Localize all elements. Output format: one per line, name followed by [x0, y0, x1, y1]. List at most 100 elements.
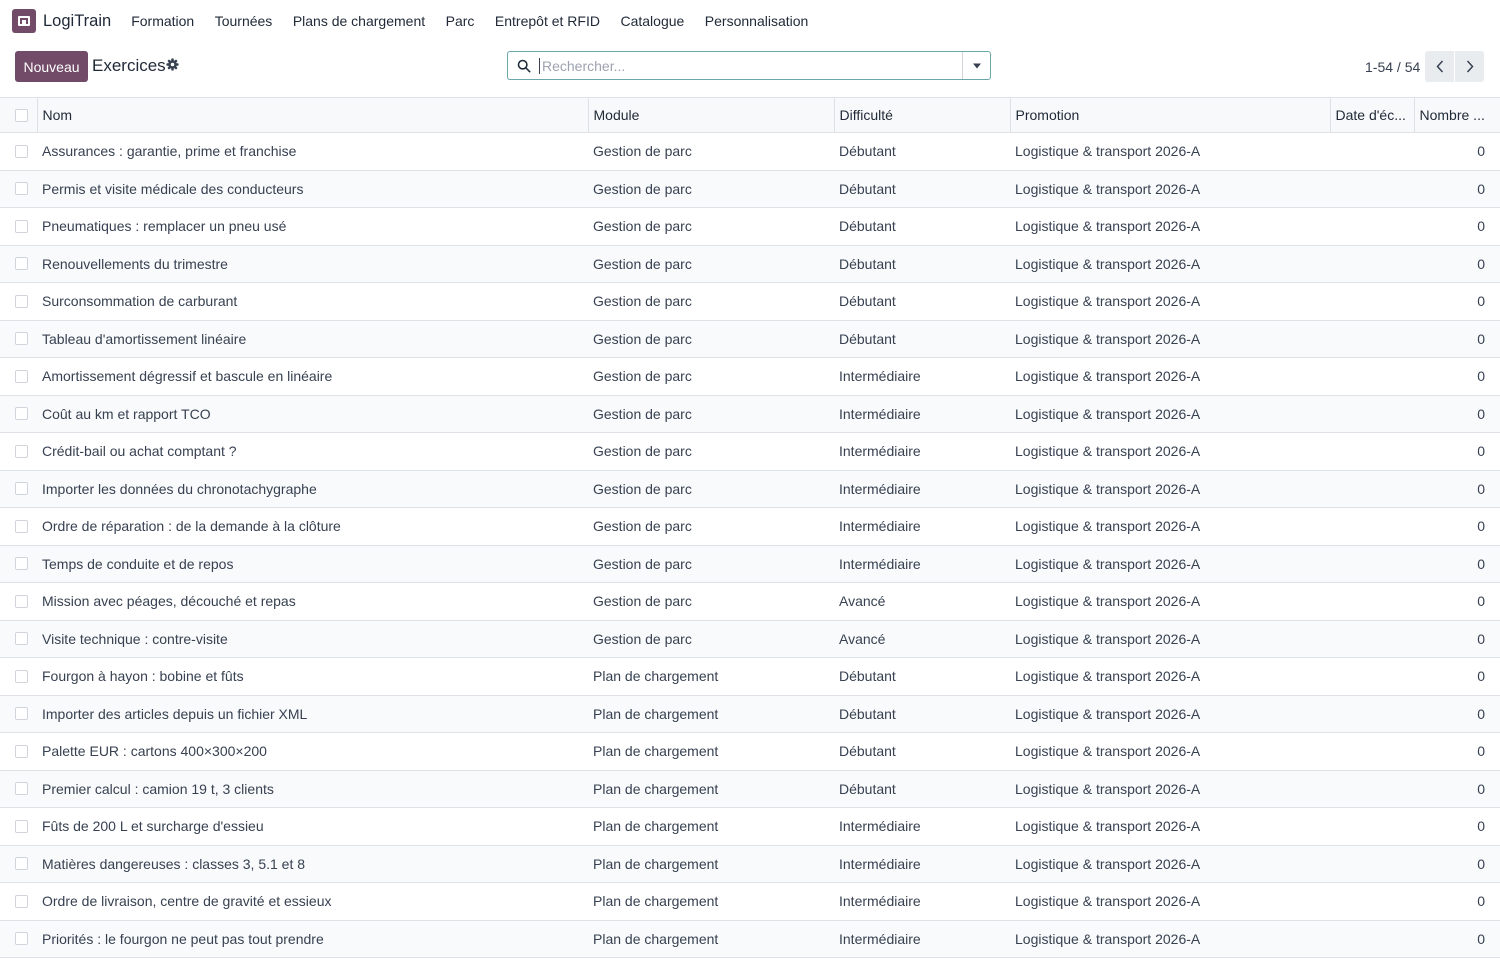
pager-next-button[interactable] [1455, 51, 1484, 82]
cell-promotion[interactable]: Logistique & transport 2026-A [1010, 807, 1330, 846]
cell-date[interactable] [1330, 170, 1414, 208]
cell-module[interactable]: Plan de chargement [588, 882, 834, 921]
row-checkbox[interactable] [15, 182, 28, 196]
cell-promotion[interactable]: Logistique & transport 2026-A [1010, 582, 1330, 621]
app-name[interactable]: LogiTrain [43, 12, 111, 31]
cell-module[interactable]: Gestion de parc [588, 620, 834, 658]
cell-difficulte[interactable]: Intermédiaire [834, 545, 1010, 583]
cell-module[interactable]: Gestion de parc [588, 545, 834, 583]
table-row[interactable]: Palette EUR : cartons 400×300×200 Plan de… [0, 732, 1500, 771]
cell-promotion[interactable]: Logistique & transport 2026-A [1010, 132, 1330, 171]
cell-date[interactable] [1330, 920, 1414, 958]
cell-date[interactable] [1330, 732, 1414, 771]
column-header-module[interactable]: Module [588, 97, 835, 133]
cell-date[interactable] [1330, 395, 1414, 433]
cell-promotion[interactable]: Logistique & transport 2026-A [1010, 207, 1330, 246]
row-checkbox[interactable] [15, 782, 28, 796]
cell-module[interactable]: Gestion de parc [588, 320, 834, 358]
cell-promotion[interactable]: Logistique & transport 2026-A [1010, 282, 1330, 321]
cell-difficulte[interactable]: Débutant [834, 245, 1010, 283]
cell-date[interactable] [1330, 432, 1414, 471]
cell-date[interactable] [1330, 507, 1414, 546]
cell-date[interactable] [1330, 245, 1414, 283]
cell-nombre[interactable]: 0 [1414, 845, 1500, 883]
cell-module[interactable]: Plan de chargement [588, 807, 834, 846]
cell-nom[interactable]: Assurances : garantie, prime et franchis… [37, 132, 588, 171]
table-row[interactable]: Visite technique : contre-visite Gestion … [0, 620, 1500, 658]
cell-nom[interactable]: Coût au km et rapport TCO [37, 395, 588, 433]
cell-nom[interactable]: Mission avec péages, découché et repas [37, 582, 588, 621]
nav-personnalisation[interactable]: Personnalisation [705, 13, 809, 29]
cell-nombre[interactable]: 0 [1414, 920, 1500, 958]
table-row[interactable]: Permis et visite médicale des conducteur… [0, 170, 1500, 208]
pager-previous-button[interactable] [1425, 51, 1454, 82]
cell-nombre[interactable]: 0 [1414, 282, 1500, 321]
cell-date[interactable] [1330, 207, 1414, 246]
column-header-date[interactable]: Date d'éc... [1330, 97, 1415, 133]
cell-difficulte[interactable]: Débutant [834, 320, 1010, 358]
table-row[interactable]: Premier calcul : camion 19 t, 3 clients P… [0, 770, 1500, 808]
table-row[interactable]: Surconsommation de carburant Gestion de p… [0, 282, 1500, 321]
cell-date[interactable] [1330, 807, 1414, 846]
nav-catalogue[interactable]: Catalogue [620, 13, 684, 29]
cell-promotion[interactable]: Logistique & transport 2026-A [1010, 245, 1330, 283]
cell-nombre[interactable]: 0 [1414, 695, 1500, 733]
table-row[interactable]: Fourgon à hayon : bobine et fûts Plan de … [0, 657, 1500, 696]
cell-nom[interactable]: Importer des articles depuis un fichier … [37, 695, 588, 733]
table-row[interactable]: Ordre de livraison, centre de gravité et… [0, 882, 1500, 921]
table-row[interactable]: Tableau d'amortissement linéaire Gestion … [0, 320, 1500, 358]
row-checkbox[interactable] [15, 519, 28, 533]
cell-nombre[interactable]: 0 [1414, 395, 1500, 433]
cell-nom[interactable]: Ordre de livraison, centre de gravité et… [37, 882, 588, 921]
cell-promotion[interactable]: Logistique & transport 2026-A [1010, 920, 1330, 958]
cell-difficulte[interactable]: Débutant [834, 732, 1010, 771]
cell-nom[interactable]: Palette EUR : cartons 400×300×200 [37, 732, 588, 771]
cell-nom[interactable]: Renouvellements du trimestre [37, 245, 588, 283]
cell-module[interactable]: Gestion de parc [588, 170, 834, 208]
nav-formation[interactable]: Formation [131, 13, 194, 29]
table-row[interactable]: Matières dangereuses : classes 3, 5.1 et… [0, 845, 1500, 883]
nav-parc[interactable]: Parc [446, 13, 475, 29]
cell-module[interactable]: Plan de chargement [588, 695, 834, 733]
cell-module[interactable]: Plan de chargement [588, 657, 834, 696]
gear-icon[interactable] [166, 58, 179, 71]
cell-promotion[interactable]: Logistique & transport 2026-A [1010, 770, 1330, 808]
cell-difficulte[interactable]: Avancé [834, 582, 1010, 621]
cell-module[interactable]: Plan de chargement [588, 770, 834, 808]
row-checkbox[interactable] [15, 219, 28, 233]
cell-difficulte[interactable]: Débutant [834, 132, 1010, 171]
table-row[interactable]: Temps de conduite et de repos Gestion de … [0, 545, 1500, 583]
column-header-nombre[interactable]: Nombre ... [1414, 97, 1500, 133]
cell-nom[interactable]: Fourgon à hayon : bobine et fûts [37, 657, 588, 696]
cell-date[interactable] [1330, 357, 1414, 396]
cell-nombre[interactable]: 0 [1414, 245, 1500, 283]
cell-difficulte[interactable]: Intermédiaire [834, 395, 1010, 433]
search-options-toggle[interactable] [962, 52, 990, 79]
table-row[interactable]: Fûts de 200 L et surcharge d'essieu Plan … [0, 807, 1500, 846]
cell-nombre[interactable]: 0 [1414, 170, 1500, 208]
table-row[interactable]: Importer des articles depuis un fichier … [0, 695, 1500, 733]
table-row[interactable]: Renouvellements du trimestre Gestion de p… [0, 245, 1500, 283]
cell-module[interactable]: Gestion de parc [588, 245, 834, 283]
app-logo-icon[interactable] [12, 9, 36, 33]
cell-nom[interactable]: Crédit-bail ou achat comptant ? [37, 432, 588, 471]
cell-difficulte[interactable]: Intermédiaire [834, 432, 1010, 471]
row-checkbox[interactable] [15, 407, 28, 421]
row-checkbox[interactable] [15, 257, 28, 271]
cell-difficulte[interactable]: Intermédiaire [834, 882, 1010, 921]
cell-nom[interactable]: Fûts de 200 L et surcharge d'essieu [37, 807, 588, 846]
cell-nombre[interactable]: 0 [1414, 620, 1500, 658]
cell-nom[interactable]: Premier calcul : camion 19 t, 3 clients [37, 770, 588, 808]
cell-difficulte[interactable]: Intermédiaire [834, 920, 1010, 958]
cell-module[interactable]: Gestion de parc [588, 357, 834, 396]
row-checkbox[interactable] [15, 669, 28, 683]
row-checkbox[interactable] [15, 482, 28, 496]
cell-nom[interactable]: Surconsommation de carburant [37, 282, 588, 321]
cell-module[interactable]: Plan de chargement [588, 845, 834, 883]
row-checkbox[interactable] [15, 932, 28, 946]
table-row[interactable]: Mission avec péages, découché et repas Ge… [0, 582, 1500, 621]
cell-module[interactable]: Gestion de parc [588, 207, 834, 246]
table-row[interactable]: Crédit-bail ou achat comptant ? Gestion d… [0, 432, 1500, 471]
cell-nombre[interactable]: 0 [1414, 432, 1500, 471]
row-checkbox[interactable] [15, 632, 28, 646]
